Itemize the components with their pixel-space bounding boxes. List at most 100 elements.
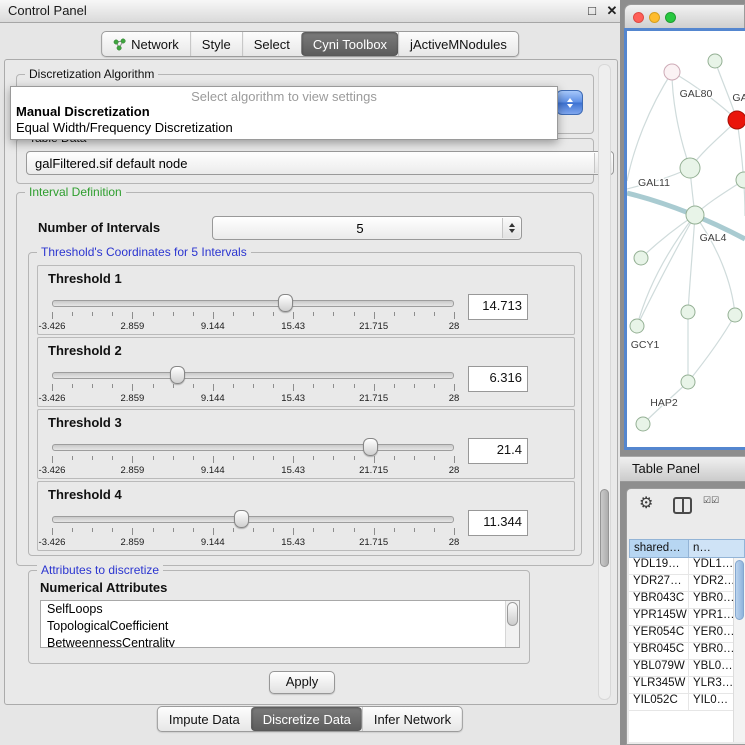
threshold-slider[interactable]: -3.4262.8599.14415.4321.71528 — [52, 366, 454, 404]
network-edge[interactable] — [688, 315, 735, 382]
stepper-icon[interactable] — [502, 218, 520, 238]
tab-label: Network — [131, 37, 179, 52]
threshold-slider[interactable]: -3.4262.8599.14415.4321.71528 — [52, 438, 454, 476]
slider-thumb[interactable] — [278, 294, 293, 312]
table-row[interactable]: YLR345WYLR3… — [629, 677, 745, 694]
node-label: GAL11 — [638, 177, 670, 189]
control-panel-titlebar[interactable]: Control Panel □ ✕ — [0, 0, 628, 23]
tick-mark — [333, 384, 334, 388]
network-edge[interactable] — [672, 72, 690, 168]
network-edge[interactable] — [641, 215, 695, 258]
list-scrollbar-thumb[interactable] — [507, 602, 518, 626]
threshold-value-field[interactable]: 11.344 — [468, 510, 528, 536]
tick-mark — [52, 528, 53, 535]
network-node[interactable] — [708, 54, 722, 68]
network-node[interactable] — [686, 206, 704, 224]
traffic-light-minimize-icon[interactable] — [649, 12, 660, 23]
table-row[interactable]: YDL19…YDL1… — [629, 558, 745, 575]
minimize-icon[interactable]: □ — [583, 0, 601, 22]
numerical-attributes-list[interactable]: SelfLoopsTopologicalCoefficientBetweenne… — [40, 600, 520, 648]
network-node[interactable] — [680, 158, 700, 178]
tick-label: 2.859 — [121, 393, 145, 404]
panel-scrollbar[interactable] — [598, 64, 611, 700]
gear-icon[interactable]: ⚙ — [639, 493, 653, 513]
slider-thumb[interactable] — [170, 366, 185, 384]
select-columns-icon[interactable]: ☑☑ — [703, 496, 719, 505]
tab-cyni-toolbox[interactable]: Cyni Toolbox — [301, 32, 398, 56]
network-window: GAL80GAGAL11GAL4GCY1HAP2 — [624, 4, 745, 450]
network-node[interactable] — [728, 111, 745, 129]
slider-tick-labels: -3.4262.8599.14415.4321.71528 — [52, 465, 454, 476]
tab-jactivemnodules[interactable]: jActiveMNodules — [398, 32, 518, 56]
network-node[interactable] — [728, 308, 742, 322]
dropdown-item-manual-discretization[interactable]: Manual Discretization — [11, 104, 557, 120]
network-edge[interactable] — [627, 72, 672, 181]
tick-label: 9.144 — [201, 465, 225, 476]
network-graph[interactable]: GAL80GAGAL11GAL4GCY1HAP2 — [627, 31, 745, 447]
table-row[interactable]: YPR145WYPR1… — [629, 609, 745, 626]
network-node[interactable] — [634, 251, 648, 265]
algorithm-dropdown-popup: Select algorithm to view settings Manual… — [10, 86, 558, 140]
column-header-n[interactable]: n… — [689, 539, 745, 558]
tick-mark — [354, 456, 355, 460]
tab-style[interactable]: Style — [190, 32, 242, 56]
network-node[interactable] — [681, 375, 695, 389]
traffic-light-zoom-icon[interactable] — [665, 12, 676, 23]
list-item-betweennesscentrality[interactable]: BetweennessCentrality — [41, 635, 519, 648]
threshold-slider[interactable]: -3.4262.8599.14415.4321.71528 — [52, 510, 454, 548]
close-icon[interactable]: ✕ — [603, 0, 621, 22]
apply-button[interactable]: Apply — [269, 671, 335, 694]
list-item-topologicalcoefficient[interactable]: TopologicalCoefficient — [41, 618, 519, 635]
table-scrollbar[interactable] — [733, 558, 745, 742]
algorithm-combobox-button[interactable] — [556, 90, 583, 115]
table-row[interactable]: YBL079WYBL0… — [629, 660, 745, 677]
network-node[interactable] — [736, 172, 745, 188]
slider-thumb[interactable] — [234, 510, 249, 528]
tab-discretize-data[interactable]: Discretize Data — [251, 707, 362, 731]
tab-label: Style — [202, 37, 231, 52]
network-edge[interactable] — [688, 215, 695, 312]
combo-down-arrow-icon — [509, 229, 515, 233]
column-header-shared[interactable]: shared… — [629, 539, 689, 558]
threshold-slider[interactable]: -3.4262.8599.14415.4321.71528 — [52, 294, 454, 332]
table-panel-header[interactable]: Table Panel — [620, 456, 745, 482]
network-node[interactable] — [664, 64, 680, 80]
list-scrollbar[interactable] — [505, 601, 519, 647]
number-of-intervals-combobox[interactable]: 5 — [212, 216, 522, 240]
table-row[interactable]: YIL052CYIL0… — [629, 694, 745, 711]
network-window-titlebar[interactable] — [624, 4, 745, 29]
table-data-combobox[interactable]: galFiltered.sif default node — [26, 151, 614, 175]
tick-mark — [92, 312, 93, 316]
dropdown-item-equal-width-frequency-discretization[interactable]: Equal Width/Frequency Discretization — [11, 120, 557, 136]
threshold-value-field[interactable]: 14.713 — [468, 294, 528, 320]
network-node[interactable] — [681, 305, 695, 319]
slider-track[interactable] — [52, 516, 454, 523]
tick-mark — [193, 384, 194, 388]
traffic-light-close-icon[interactable] — [633, 12, 644, 23]
network-node[interactable] — [630, 319, 644, 333]
panel-scrollbar-thumb[interactable] — [600, 489, 609, 567]
tab-infer-network[interactable]: Infer Network — [362, 707, 462, 731]
tab-network[interactable]: Network — [102, 32, 190, 56]
tick-mark — [52, 456, 53, 463]
list-item-selfloops[interactable]: SelfLoops — [41, 601, 519, 618]
tab-impute-data[interactable]: Impute Data — [158, 707, 251, 731]
slider-thumb[interactable] — [363, 438, 378, 456]
table-row[interactable]: YDR27…YDR2… — [629, 575, 745, 592]
table-row[interactable]: YBR043CYBR0… — [629, 592, 745, 609]
network-node[interactable] — [636, 417, 650, 431]
slider-track[interactable] — [52, 372, 454, 379]
threshold-value-field[interactable]: 6.316 — [468, 366, 528, 392]
slider-track[interactable] — [52, 300, 454, 307]
threshold-value-field[interactable]: 21.4 — [468, 438, 528, 464]
table-scrollbar-thumb[interactable] — [735, 560, 744, 620]
tab-select[interactable]: Select — [242, 32, 301, 56]
tick-mark — [394, 528, 395, 532]
table-row[interactable]: YER054CYER0… — [629, 626, 745, 643]
columns-icon[interactable] — [673, 497, 692, 514]
table-row[interactable]: YBR045CYBR0… — [629, 643, 745, 660]
tick-mark — [233, 312, 234, 316]
slider-track[interactable] — [52, 444, 454, 451]
network-canvas[interactable]: GAL80GAGAL11GAL4GCY1HAP2 — [627, 31, 745, 447]
network-edge[interactable] — [737, 120, 745, 216]
